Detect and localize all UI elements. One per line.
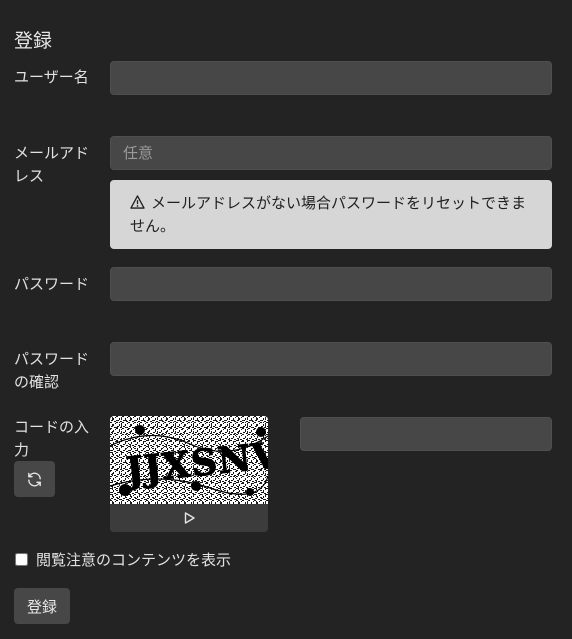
refresh-icon [28, 472, 41, 486]
captcha-widget: JJXSNV [110, 416, 268, 532]
nsfw-label: 閲覧注意のコンテンツを表示 [36, 551, 232, 569]
nsfw-checkbox[interactable] [15, 553, 28, 566]
password-label: パスワード [14, 275, 90, 293]
captcha-refresh-button[interactable] [14, 461, 55, 497]
password-confirm-input[interactable] [110, 342, 552, 376]
submit-button[interactable]: 登録 [14, 588, 70, 624]
username-input[interactable] [110, 61, 552, 95]
captcha-label: コードの入力 [14, 418, 90, 459]
register-page: 登録 ユーザー名 メールアドレス メールアドレスがない場合パスワードをリセットで… [0, 0, 572, 639]
captcha-play-button[interactable] [110, 504, 268, 532]
password-input[interactable] [110, 267, 552, 301]
password-confirm-label: パスワードの確認 [14, 350, 90, 391]
captcha-input[interactable] [300, 417, 552, 451]
email-warning: メールアドレスがない場合パスワードをリセットできません。 [110, 180, 552, 249]
email-input[interactable] [110, 136, 552, 170]
warning-triangle-icon [130, 195, 145, 209]
email-label: メールアドレス [14, 144, 90, 185]
email-warning-text: メールアドレスがない場合パスワードをリセットできません。 [130, 194, 527, 235]
nsfw-option[interactable]: 閲覧注意のコンテンツを表示 [14, 549, 231, 570]
username-label: ユーザー名 [14, 68, 89, 86]
page-title: 登録 [14, 30, 53, 52]
play-icon [184, 512, 195, 524]
